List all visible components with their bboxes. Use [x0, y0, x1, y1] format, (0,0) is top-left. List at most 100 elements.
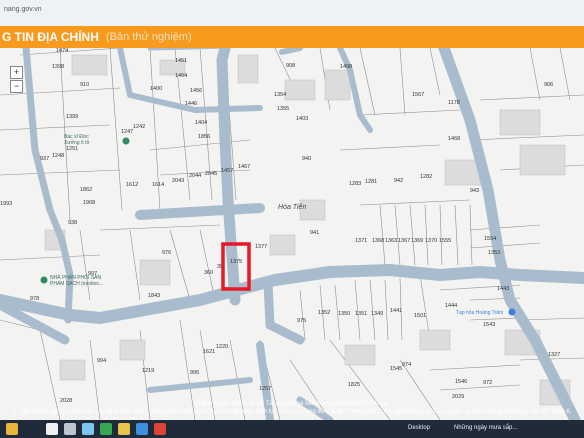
parcel-label: 1377 [255, 244, 267, 250]
browser-address-bar[interactable]: nang.gov.vn [0, 0, 584, 27]
poi-pin-icon[interactable] [122, 137, 130, 145]
poi-sub: Xưởng ô tô [64, 139, 89, 146]
parcel-label: 1247 [121, 129, 133, 135]
zoom-in-label: + [13, 67, 20, 77]
chrome-icon[interactable] [154, 423, 166, 435]
parcel-label: 1404 [195, 120, 207, 126]
poi-name: NHÀ PHÂN PHỐI SẢN [50, 274, 102, 281]
parcel-label: 1546 [455, 379, 467, 385]
mail-icon[interactable] [136, 423, 148, 435]
parcel-label: 1352 [318, 310, 330, 316]
parcel-label: 941 [310, 230, 319, 236]
parcel-label: 360 [204, 270, 213, 276]
parcel-label: 1467 [238, 164, 250, 170]
poi-name: Tạp hóa Hoàng Trâm [456, 310, 503, 316]
parcel-label: 1543 [483, 322, 495, 328]
parcel-label: 1443 [497, 286, 509, 292]
parcel-label: 1464 [175, 73, 187, 79]
notification-text[interactable]: Những ngày mưa sắp... [454, 425, 517, 431]
parcel-label: 943 [470, 188, 479, 194]
parcel-label: 1468 [448, 136, 460, 142]
parcel-label: 1369 [411, 238, 423, 244]
parcel-label: 1349 [371, 311, 383, 317]
parcel-label: 1456 [190, 88, 202, 94]
parcel-label: 1399 [66, 114, 78, 120]
parcel-label: 1354 [274, 92, 286, 98]
parcel-label: 1368 [372, 238, 384, 244]
task-view-icon[interactable] [82, 423, 94, 435]
parcel-label: 1257 [259, 386, 271, 392]
parcel-label: 1353 [488, 250, 500, 256]
parcel-label: 1220 [216, 344, 228, 350]
parcel-label: 1498 [340, 64, 352, 70]
url-text[interactable]: nang.gov.vn [4, 6, 42, 13]
parcel-label: 1371 [355, 238, 367, 244]
parcel-label: 1843 [148, 293, 160, 299]
area-label: Hòa Tiến [278, 203, 306, 211]
parcel-label: 937 [40, 156, 49, 162]
parcel-label: 1400 [150, 86, 162, 92]
desktop-label[interactable]: Desktop [408, 425, 430, 431]
page-title: G TIN ĐỊA CHÍNH [2, 30, 99, 44]
parcel-label: 995 [190, 370, 199, 376]
parcel-label: 910 [80, 82, 89, 88]
parcel-label: 1367 [398, 238, 410, 244]
zoom-out-label: − [13, 81, 20, 91]
poi-pin-icon[interactable] [508, 308, 516, 316]
parcel-label: 1219 [142, 368, 154, 374]
start-icon[interactable] [46, 423, 58, 435]
parcel-label: 1327 [548, 352, 560, 358]
parcel-label: 1856 [198, 134, 210, 140]
parcel-label: 1403 [296, 116, 308, 122]
parcel-label: 974 [402, 362, 411, 368]
poi-pin-icon[interactable] [40, 276, 48, 284]
parcel-label: 942 [394, 178, 403, 184]
parcel-label: 940 [302, 156, 311, 162]
cadastral-map[interactable]: 1474 1398 910 1451 1464 1400 1456 1404 1… [0, 48, 584, 420]
parcel-label: 908 [286, 63, 295, 69]
parcel-label: 1908 [83, 200, 95, 206]
parcel-label: 1451 [175, 58, 187, 64]
parcel-label: 1398 [52, 64, 64, 70]
parcel-label: 1993 [0, 201, 12, 207]
parcel-label: 1567 [412, 92, 424, 98]
parcel-label: 2045 [205, 171, 217, 177]
parcel-label: 972 [483, 380, 492, 386]
parcel-label: 2043 [172, 178, 184, 184]
parcel-label: 1281 [365, 179, 377, 185]
parcel-label: 1457 [221, 168, 233, 174]
parcel-label: 2044 [189, 173, 201, 179]
parcel-label: 1363 [385, 238, 397, 244]
app-header: G TIN ĐỊA CHÍNH (Bản thử nghiệm) [0, 26, 584, 48]
parcel-label: 1621 [203, 349, 215, 355]
search-icon[interactable] [64, 423, 76, 435]
poi-sub: PHẨM SẠCH (mediso... [50, 280, 103, 287]
copyright-text: © Bản quyền thuộc về Sở Tài nguyên và Mô… [195, 401, 389, 407]
parcel-label: 1248 [52, 153, 64, 159]
taskbar: Desktop Những ngày mưa sắp... [0, 420, 584, 438]
parcel-label: 1612 [126, 182, 138, 188]
file-explorer-icon[interactable] [118, 423, 130, 435]
disclaimer-text: ừ, đất dữ thử nghiệm dựa trên quy định h… [12, 409, 572, 415]
parcel-label: 1251 [66, 146, 78, 152]
parcel-label: 1444 [445, 303, 457, 309]
parcel-label: 1825 [348, 382, 360, 388]
parcel-label: 978 [30, 296, 39, 302]
parcel-label: 1242 [133, 124, 145, 130]
parcel-label: 976 [162, 250, 171, 256]
page-subtitle: (Bản thử nghiệm) [106, 31, 192, 43]
parcel-label: 1282 [420, 174, 432, 180]
parcel-label: 1614 [152, 182, 164, 188]
zoom-in-button[interactable]: + [10, 66, 23, 79]
footer: © Bản quyền thuộc về Sở Tài nguyên và Mô… [0, 400, 584, 420]
parcel-label: 1370 [425, 238, 437, 244]
browser-icon[interactable] [100, 423, 112, 435]
parcel-label: 975 [297, 318, 306, 324]
parcel-label: 906 [544, 82, 553, 88]
zoom-out-button[interactable]: − [10, 80, 23, 93]
parcel-label: 1283 [349, 181, 361, 187]
parcel-label: 1441 [390, 308, 402, 314]
weather-icon[interactable] [6, 423, 18, 435]
parcel-label: 1545 [390, 366, 402, 372]
parcel-label: 1474 [56, 48, 68, 54]
